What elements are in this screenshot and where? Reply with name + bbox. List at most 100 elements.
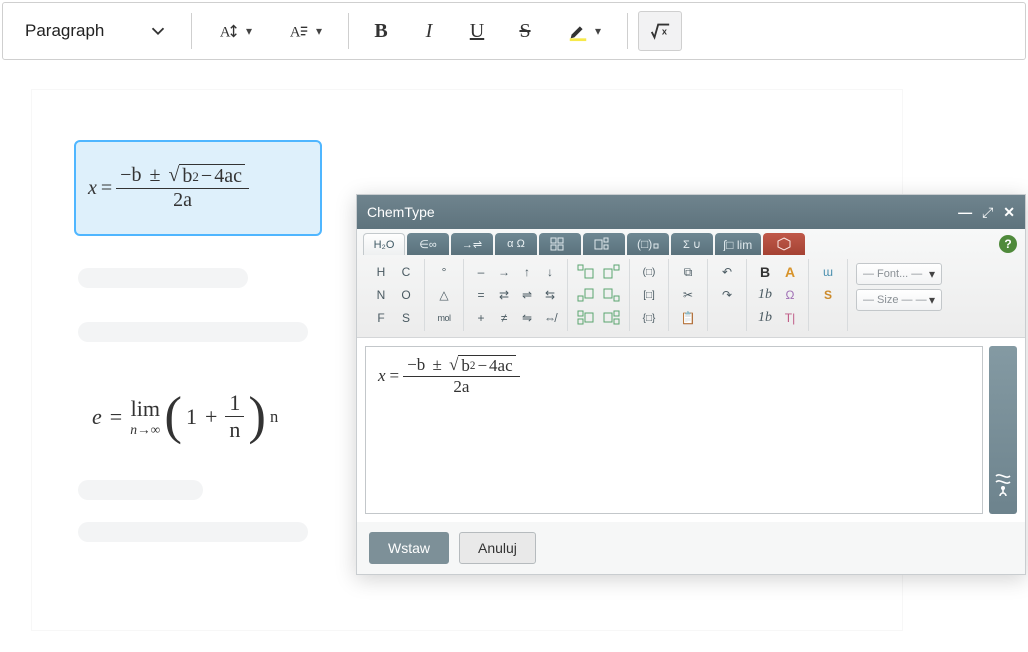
super-left-button[interactable] <box>574 261 598 283</box>
underline-button[interactable]: U <box>455 11 499 51</box>
svg-text:∫□ lim: ∫□ lim <box>723 238 752 251</box>
tool-group-history: ↶ ↷ <box>708 259 747 331</box>
tab-fences[interactable]: (□) <box>627 233 669 255</box>
svg-text:A: A <box>220 25 231 41</box>
square-bracket-button[interactable]: [□] <box>636 284 662 306</box>
editor-toolbar: Paragraph A ▾ A ▾ B I U S ▾ <box>2 2 1026 60</box>
svg-text:x: x <box>662 27 668 37</box>
text-placeholder <box>78 480 203 500</box>
selected-equation-block[interactable]: x = −b ± √ b2 − 4ac 2a <box>74 140 322 236</box>
math-formula-button[interactable]: x <box>638 11 682 51</box>
tab-symbols[interactable]: ∈∞ <box>407 233 449 255</box>
equals-button[interactable]: = <box>470 284 492 306</box>
scripts-icon <box>593 237 615 251</box>
chemtype-ribbon: ? H₂O ∈∞ →⇌ α Ω (□) Σ ∪ ∫□ lim <box>357 229 1025 338</box>
font-size-button[interactable]: A ▾ <box>202 11 268 51</box>
chemtype-handwriting-panel[interactable] <box>989 346 1017 514</box>
cut-button[interactable]: ✂ <box>675 284 701 306</box>
tab-chemistry[interactable] <box>763 233 805 255</box>
chevron-down-icon: ▾ <box>595 24 601 38</box>
script-tool-button[interactable]: ɯ <box>815 261 841 283</box>
element-F-button[interactable]: F <box>369 307 393 329</box>
paste-button[interactable]: 📋 <box>675 307 701 329</box>
both-left-button[interactable] <box>574 307 598 329</box>
paragraph-style-label: Paragraph <box>25 21 104 41</box>
italic2-tool-button[interactable]: 1b <box>753 307 777 329</box>
bold-button[interactable]: B <box>359 11 403 51</box>
insert-button[interactable]: Wstaw <box>369 532 449 564</box>
matrix-icon <box>550 237 570 251</box>
chemtype-footer: Wstaw Anuluj <box>357 522 1025 574</box>
copy-button[interactable]: ⧉ <box>675 261 701 283</box>
element-O-button[interactable]: O <box>394 284 418 306</box>
element-C-button[interactable]: C <box>394 261 418 283</box>
text-placeholder <box>78 322 308 342</box>
tab-greek[interactable]: α Ω <box>495 233 537 255</box>
dash-button[interactable]: – <box>470 261 492 283</box>
plus-button[interactable]: + <box>470 307 492 329</box>
chemtype-titlebar[interactable]: ChemType — ⤢ ✕ <box>357 195 1025 229</box>
limit-equation-block[interactable]: e = lim n→∞ ( 1 + 1 n ) n <box>92 390 278 443</box>
chemtype-window: ChemType — ⤢ ✕ ? H₂O ∈∞ →⇌ α Ω (□) Σ ∪ ∫… <box>356 194 1026 575</box>
handwriting-icon <box>993 472 1013 500</box>
close-icon[interactable]: ✕ <box>1003 204 1015 221</box>
nswap-button[interactable]: ⇎ <box>539 307 561 329</box>
fences-icon: (□) <box>637 237 659 251</box>
super-right-button[interactable] <box>599 261 623 283</box>
nrlharp-button[interactable]: ⇋ <box>516 307 538 329</box>
font-select[interactable]: — Font... —▾ <box>856 263 942 285</box>
s-tool-button[interactable]: S <box>815 284 841 306</box>
tool-group-brackets: (□) [□] {□} <box>630 259 669 331</box>
tab-scripts[interactable] <box>583 233 625 255</box>
down-arrow-button[interactable]: ↓ <box>539 261 561 283</box>
equilibrium-button[interactable]: ⇌ <box>516 284 538 306</box>
highlight-button[interactable]: ▾ <box>551 11 617 51</box>
italic-button[interactable]: I <box>407 11 451 51</box>
lrarr-button[interactable]: ⇄ <box>493 284 515 306</box>
italic-tool-button[interactable]: 1b <box>753 284 777 306</box>
bold-tool-button[interactable]: B <box>753 261 777 283</box>
paragraph-style-select[interactable]: Paragraph <box>13 11 181 51</box>
text-tool-button[interactable]: T| <box>778 307 802 329</box>
text-placeholder <box>78 268 248 288</box>
both-right-button[interactable] <box>599 307 623 329</box>
sub-right-button[interactable] <box>599 284 623 306</box>
delta-button[interactable]: △ <box>431 284 457 306</box>
highlight-icon <box>567 20 589 42</box>
swap-button[interactable]: ⇆ <box>539 284 561 306</box>
not-equal-button[interactable]: ≠ <box>493 307 515 329</box>
chevron-down-icon <box>147 20 169 42</box>
canvas-formula: x = −b ± √ b2 − 4ac <box>378 355 970 397</box>
underline-icon: U <box>470 20 484 43</box>
element-S-button[interactable]: S <box>394 307 418 329</box>
cancel-button[interactable]: Anuluj <box>459 532 536 564</box>
tab-h2o[interactable]: H₂O <box>363 233 405 255</box>
font-style-icon: A <box>288 20 310 42</box>
round-bracket-button[interactable]: (□) <box>636 261 662 283</box>
help-icon[interactable]: ? <box>999 235 1017 253</box>
element-N-button[interactable]: N <box>369 284 393 306</box>
up-arrow-button[interactable]: ↑ <box>516 261 538 283</box>
tab-calculus[interactable]: ∫□ lim <box>715 233 761 255</box>
element-H-button[interactable]: H <box>369 261 393 283</box>
font-style-button[interactable]: A ▾ <box>272 11 338 51</box>
minimize-icon[interactable]: — <box>958 204 972 221</box>
quadratic-formula: x = −b ± √ b2 − 4ac 2a <box>88 164 249 212</box>
tab-bigops[interactable]: Σ ∪ <box>671 233 713 255</box>
sub-left-button[interactable] <box>574 284 598 306</box>
maximize-icon[interactable]: ⤢ <box>982 204 993 221</box>
size-select[interactable]: — Size — —▾ <box>856 289 942 311</box>
color-tool-button[interactable]: A <box>778 261 802 283</box>
chemtype-canvas[interactable]: x = −b ± √ b2 − 4ac <box>365 346 983 514</box>
undo-button[interactable]: ↶ <box>714 261 740 283</box>
tab-arrows[interactable]: →⇌ <box>451 233 493 255</box>
right-arrow-button[interactable]: → <box>493 261 515 283</box>
tab-matrix[interactable] <box>539 233 581 255</box>
degree-button[interactable]: ° <box>431 261 457 283</box>
mol-button[interactable]: mol <box>431 307 457 329</box>
redo-button[interactable]: ↷ <box>714 284 740 306</box>
curly-bracket-button[interactable]: {□} <box>636 307 662 329</box>
strikethrough-button[interactable]: S <box>503 11 547 51</box>
svg-text:A: A <box>290 25 301 41</box>
omega-tool-button[interactable]: Ω <box>778 284 802 306</box>
